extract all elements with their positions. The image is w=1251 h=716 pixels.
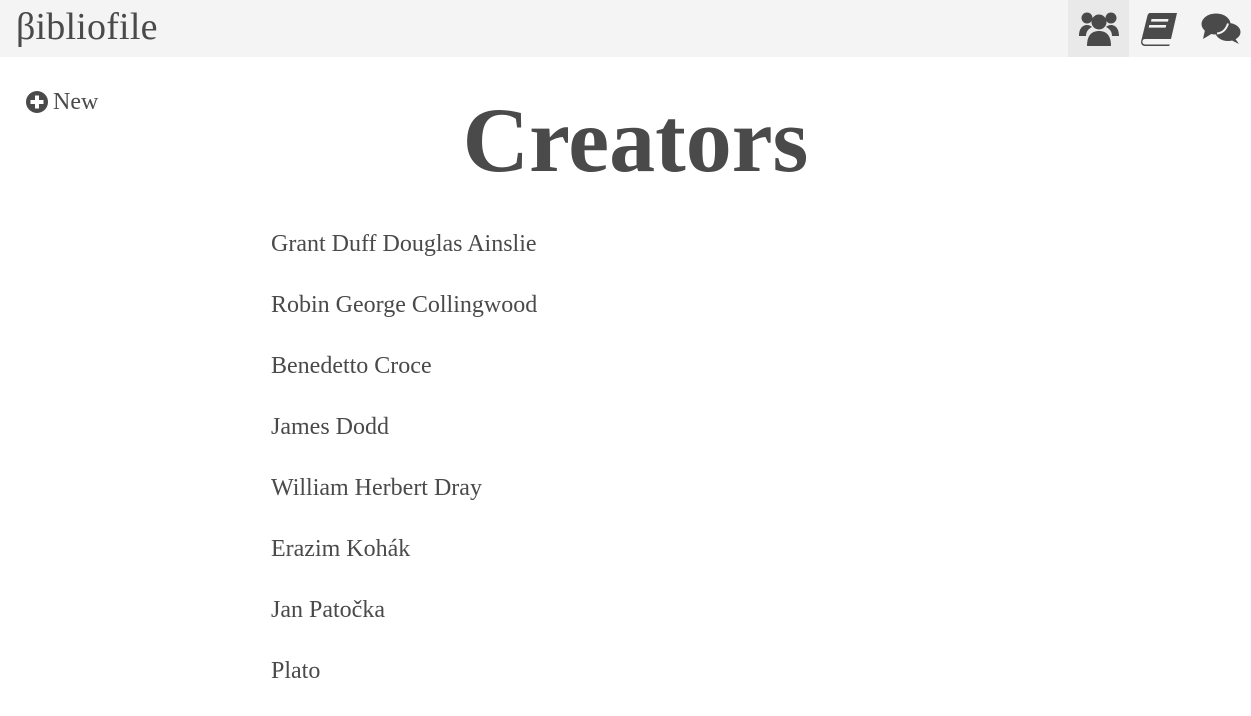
nav-comments-button[interactable] [1190, 0, 1251, 57]
creator-item[interactable]: Benedetto Croce [271, 350, 537, 411]
comments-icon [1201, 13, 1240, 44]
page-title: Creators [462, 89, 809, 191]
creator-item[interactable]: Plato [271, 655, 537, 716]
top-navbar: βibliofile [0, 0, 1251, 57]
creator-item[interactable]: Grant Duff Douglas Ainslie [271, 228, 537, 289]
creator-item[interactable]: Robin George Collingwood [271, 289, 537, 350]
book-icon [1140, 12, 1177, 46]
brand-logo-link[interactable]: βibliofile [16, 4, 158, 50]
nav-books-button[interactable] [1129, 0, 1190, 57]
creator-item[interactable]: William Herbert Dray [271, 472, 537, 533]
nav-icon-group [1068, 0, 1251, 57]
nav-creators-button[interactable] [1068, 0, 1129, 57]
creator-item[interactable]: James Dodd [271, 411, 537, 472]
creator-item[interactable]: Jan Patočka [271, 594, 537, 655]
users-icon [1078, 12, 1119, 46]
creator-list: Grant Duff Douglas Ainslie Robin George … [271, 228, 537, 716]
creator-item[interactable]: Erazim Kohák [271, 533, 537, 594]
